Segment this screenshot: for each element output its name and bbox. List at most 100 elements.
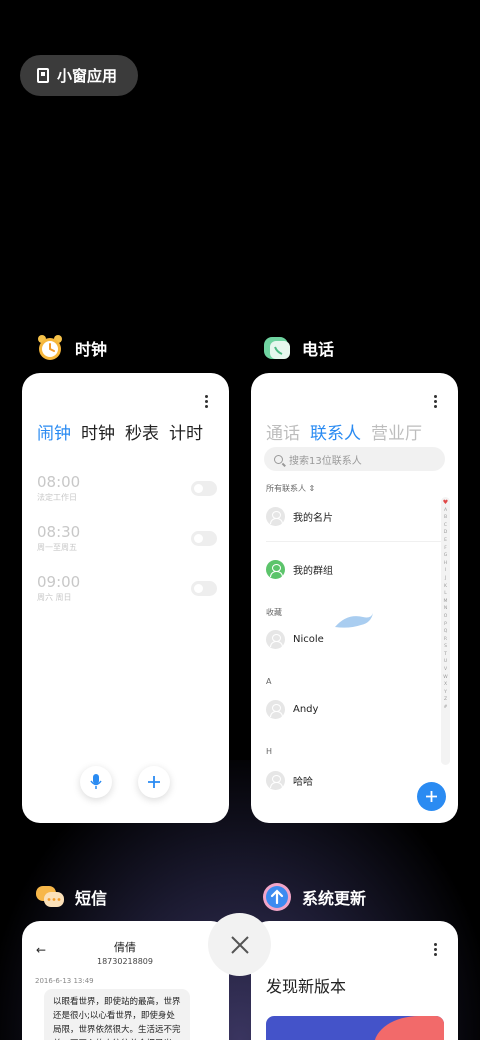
more-options-icon[interactable] <box>434 943 438 958</box>
close-icon <box>230 935 249 954</box>
group-avatar <box>266 559 285 579</box>
alphabet-index-bar[interactable]: ♥ A B C D E F G H I J K L M N O P Q R S … <box>441 497 450 765</box>
alarm-item[interactable]: 08:00 法定工作日 <box>37 473 217 503</box>
alarm-repeat: 周一至周五 <box>37 543 77 552</box>
tab-calls[interactable]: 通话 <box>266 419 300 444</box>
contact-name: Andy <box>293 703 319 715</box>
microphone-icon <box>90 774 102 789</box>
floating-window-label: 小窗应用 <box>57 67 118 85</box>
contact-name: 倩倩 <box>114 941 136 954</box>
index-letter[interactable]: S <box>444 643 447 651</box>
index-letter[interactable]: R <box>444 636 447 644</box>
tab-timer[interactable]: 计时 <box>169 419 203 444</box>
index-letter[interactable]: T <box>444 651 447 659</box>
phone-app-icon <box>264 337 290 359</box>
index-letter[interactable]: X <box>444 681 447 689</box>
index-letter[interactable]: E <box>444 537 447 545</box>
index-letter[interactable]: L <box>444 590 447 598</box>
clock-app-card[interactable]: 闹钟 时钟 秒表 计时 08:00 法定工作日 08:30 周一至周五 09:0… <box>22 373 229 823</box>
plus-icon <box>148 776 160 788</box>
index-letter[interactable]: K <box>444 583 447 591</box>
phone-app-card[interactable]: 通话 联系人 营业厅 搜索13位联系人 所有联系人 ⇕ 我的名片 我的群组 › … <box>251 373 458 823</box>
index-letter[interactable]: F <box>444 545 447 553</box>
alarm-clock-icon <box>38 335 62 360</box>
tab-alarm[interactable]: 闹钟 <box>37 419 71 444</box>
more-options-icon[interactable] <box>205 395 209 410</box>
search-placeholder: 搜索13位联系人 <box>289 455 362 467</box>
section-header: H <box>266 747 273 756</box>
contact-name: 我的群组 <box>293 565 333 577</box>
avatar <box>266 770 285 790</box>
clear-all-button[interactable] <box>208 913 271 976</box>
update-title: 发现新版本 <box>266 977 347 996</box>
alarm-time: 08:00 <box>37 473 81 491</box>
index-letter[interactable]: U <box>444 658 447 666</box>
index-letter[interactable]: O <box>444 613 448 621</box>
floating-window-button[interactable]: 小窗应用 <box>20 55 138 96</box>
avatar <box>266 506 285 526</box>
app-name: 电话 <box>302 340 335 359</box>
alarm-time: 08:30 <box>37 523 81 541</box>
index-letter[interactable]: B <box>444 514 447 522</box>
alarm-time: 09:00 <box>37 573 81 591</box>
contact-row[interactable]: 哈哈 <box>266 770 436 790</box>
index-letter[interactable]: W <box>443 674 447 682</box>
add-contact-button[interactable] <box>417 782 446 811</box>
system-update-app-card[interactable]: 发现新版本 <box>251 921 458 1040</box>
my-card-row[interactable]: 我的名片 <box>266 506 436 526</box>
alarm-toggle[interactable] <box>191 581 217 596</box>
alarm-toggle[interactable] <box>191 531 217 546</box>
index-letter[interactable]: M <box>444 598 448 606</box>
contact-name: Nicole <box>293 633 324 645</box>
tab-contacts[interactable]: 联系人 <box>310 419 361 444</box>
tab-stopwatch[interactable]: 秒表 <box>125 419 159 444</box>
contact-search-input[interactable]: 搜索13位联系人 <box>264 447 445 471</box>
index-letter[interactable]: # <box>444 704 448 712</box>
app-name: 短信 <box>75 889 108 908</box>
alarm-repeat: 法定工作日 <box>37 493 77 502</box>
add-alarm-button[interactable] <box>138 766 170 798</box>
index-letter[interactable]: Y <box>444 689 447 697</box>
index-letter[interactable]: I <box>445 567 446 575</box>
section-header: A <box>266 677 272 686</box>
voice-button[interactable] <box>80 766 112 798</box>
more-options-icon[interactable] <box>434 395 438 410</box>
index-letter[interactable]: D <box>444 529 447 537</box>
contact-row[interactable]: Andy <box>266 699 436 719</box>
index-letter[interactable]: G <box>444 552 448 560</box>
app-name: 系统更新 <box>302 889 367 908</box>
contact-row[interactable]: Nicole <box>266 629 436 649</box>
alarm-repeat: 周六 周日 <box>37 593 72 602</box>
message-bubbles-icon <box>36 886 64 907</box>
alarm-item[interactable]: 09:00 周六 周日 <box>37 573 217 603</box>
contact-name: 我的名片 <box>293 512 333 524</box>
index-letter[interactable]: H <box>444 560 447 568</box>
filter-label: 所有联系人 <box>266 484 306 493</box>
contact-number: 18730218809 <box>97 957 153 966</box>
alarm-item[interactable]: 08:30 周一至周五 <box>37 523 217 553</box>
tab-clock[interactable]: 时钟 <box>81 419 115 444</box>
update-banner <box>266 1016 444 1040</box>
avatar <box>266 699 285 719</box>
index-letter[interactable]: Q <box>444 628 448 636</box>
index-letter[interactable]: J <box>445 575 446 583</box>
message-date: 2016-6-13 13:49 <box>35 977 94 985</box>
index-letter[interactable]: N <box>444 605 447 613</box>
alarm-toggle[interactable] <box>191 481 217 496</box>
index-letter[interactable]: A <box>444 507 447 515</box>
my-groups-row[interactable]: 我的群组 › <box>266 559 446 579</box>
contact-filter-dropdown[interactable]: 所有联系人 ⇕ <box>266 483 315 494</box>
app-name: 时钟 <box>75 340 108 359</box>
tab-service-hall[interactable]: 营业厅 <box>371 419 422 444</box>
app-header-sms: 短信 <box>35 882 107 912</box>
search-icon <box>274 454 283 464</box>
index-letter[interactable]: V <box>444 666 447 674</box>
message-bubble[interactable]: 以眼看世界，即使站的最高，世界还是很小;以心看世界，即使身处局限，世界依然很大。… <box>44 989 190 1040</box>
avatar <box>266 629 285 649</box>
heart-icon: ♥ <box>442 499 449 506</box>
phone-tabs: 通话 联系人 营业厅 <box>266 419 422 444</box>
index-letter[interactable]: C <box>444 522 447 530</box>
index-letter[interactable]: P <box>444 621 447 629</box>
sms-app-card[interactable]: ← 倩倩 18730218809 2016-6-13 13:49 以眼看世界，即… <box>22 921 229 1040</box>
index-letter[interactable]: Z <box>444 696 447 704</box>
